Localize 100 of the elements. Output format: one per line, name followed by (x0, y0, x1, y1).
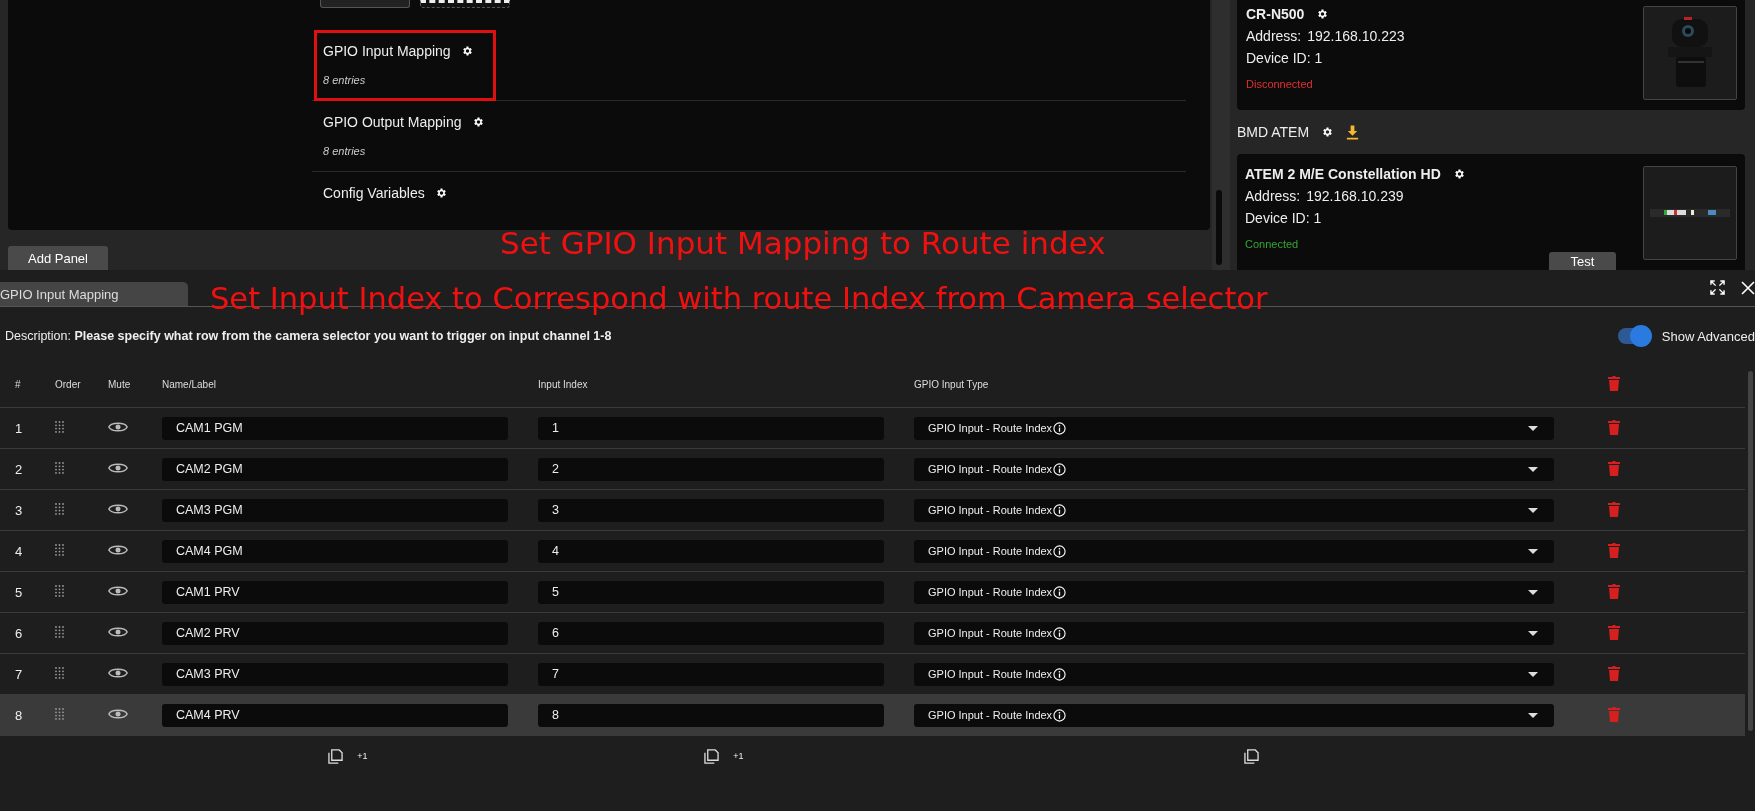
name-field[interactable]: CAM1 PRV (162, 580, 508, 604)
trash-icon[interactable] (1607, 623, 1621, 640)
trash-icon[interactable] (1607, 500, 1621, 517)
info-icon[interactable] (1053, 421, 1067, 435)
device-id: Device ID: 1 (1245, 210, 1323, 226)
add-panel-button[interactable]: Add Panel (8, 246, 108, 270)
description-text: Description: Please specify what row from the camera selector you want to trigger on input channel 1-8 (5, 329, 612, 343)
column-header: Input Index (538, 378, 588, 390)
annotation-text: Set GPIO Input Mapping to Route index (500, 228, 1106, 259)
connection-status: Disconnected (1246, 78, 1314, 90)
drag-handle-icon[interactable] (55, 502, 64, 515)
name-field[interactable]: CAM4 PRV (162, 703, 508, 727)
trash-icon[interactable] (1607, 418, 1621, 435)
type-dropdown[interactable]: GPIO Input - Route Index (914, 703, 1554, 727)
address-value: 192.168.10.239 (1306, 188, 1404, 204)
table-row[interactable]: 1 CAM1 PGM 1 GPIO Input - Route Index (0, 408, 1745, 449)
gear-icon[interactable] (471, 116, 484, 128)
drag-handle-icon[interactable] (55, 584, 64, 597)
config-item-title[interactable]: GPIO Output Mapping (323, 114, 462, 130)
info-icon[interactable] (1053, 462, 1067, 476)
type-dropdown[interactable]: GPIO Input - Route Index (914, 662, 1554, 686)
caret-icon (1528, 712, 1538, 718)
gear-icon[interactable] (1316, 8, 1329, 20)
drag-handle-icon[interactable] (55, 625, 64, 638)
config-item-title[interactable]: Config Variables (323, 185, 425, 201)
table-row[interactable]: 6 CAM2 PRV 6 GPIO Input - Route Index (0, 613, 1745, 654)
type-dropdown[interactable]: GPIO Input - Route Index (914, 457, 1554, 481)
info-icon[interactable] (1053, 667, 1067, 681)
drag-handle-icon[interactable] (55, 420, 64, 433)
caret-icon (1528, 548, 1538, 554)
device-id: Device ID: 1 (1246, 50, 1324, 66)
index-field[interactable]: 2 (538, 457, 884, 481)
index-field[interactable]: 7 (538, 662, 884, 686)
info-icon[interactable] (1053, 503, 1067, 517)
type-dropdown[interactable]: GPIO Input - Route Index (914, 539, 1554, 563)
index-field[interactable]: 5 (538, 580, 884, 604)
scrollbar[interactable] (1748, 371, 1753, 731)
toggle-label: Show Advanced (1661, 328, 1755, 344)
scrollbar[interactable] (1212, 0, 1230, 270)
type-dropdown[interactable]: GPIO Input - Route Index (914, 498, 1554, 522)
address-label: Address: (1246, 28, 1302, 44)
test-button[interactable]: Test (1549, 252, 1616, 270)
info-icon[interactable] (1053, 708, 1067, 722)
drag-handle-icon[interactable] (55, 461, 64, 474)
table-row[interactable]: 5 CAM1 PRV 5 GPIO Input - Route Index (0, 572, 1745, 613)
column-header: GPIO Input Type (914, 378, 989, 390)
name-field[interactable]: CAM3 PRV (162, 662, 508, 686)
copy-icon[interactable] (704, 748, 720, 764)
copy-icon[interactable] (1243, 748, 1259, 764)
table-row[interactable]: 3 CAM3 PGM 3 GPIO Input - Route Index (0, 490, 1745, 531)
plus-one-label[interactable]: +1 (357, 751, 368, 761)
trash-icon[interactable] (1607, 459, 1621, 476)
name-field[interactable]: CAM4 PGM (162, 539, 508, 563)
index-field[interactable]: 6 (538, 621, 884, 645)
index-field[interactable]: 1 (538, 416, 884, 440)
trash-icon[interactable] (1607, 582, 1621, 599)
type-dropdown[interactable]: GPIO Input - Route Index (914, 416, 1554, 440)
plus-one-label[interactable]: +1 (733, 751, 744, 761)
drag-handle-icon[interactable] (55, 543, 64, 556)
gear-icon[interactable] (1321, 126, 1334, 138)
name-field[interactable]: CAM2 PRV (162, 621, 508, 645)
caret-icon (1528, 589, 1538, 595)
caret-icon (1528, 630, 1538, 636)
drag-handle-icon[interactable] (55, 666, 64, 679)
row-number: 4 (15, 543, 23, 559)
index-field[interactable]: 4 (538, 539, 884, 563)
copy-icon[interactable] (328, 748, 344, 764)
table-row[interactable]: 4 CAM4 PGM 4 GPIO Input - Route Index (0, 531, 1745, 572)
group-title: BMD ATEM (1237, 124, 1310, 140)
name-field[interactable]: CAM2 PGM (162, 457, 508, 481)
type-dropdown[interactable]: GPIO Input - Route Index (914, 580, 1554, 604)
name-field[interactable]: CAM3 PGM (162, 498, 508, 522)
drag-handle-icon[interactable] (55, 707, 64, 720)
index-field[interactable]: 3 (538, 498, 884, 522)
expand-icon[interactable] (1710, 280, 1725, 295)
table-row[interactable]: 7 CAM3 PRV 7 GPIO Input - Route Index (0, 654, 1745, 695)
trash-icon[interactable] (1607, 375, 1621, 391)
info-icon[interactable] (1053, 544, 1067, 558)
column-header: Mute (108, 378, 131, 390)
config-item-title[interactable]: GPIO Input Mapping (323, 43, 451, 59)
info-icon[interactable] (1053, 626, 1067, 640)
index-field[interactable]: 8 (538, 703, 884, 727)
device-name: CR-N500 (1246, 6, 1305, 22)
download-icon[interactable] (1345, 124, 1361, 140)
address-value: 192.168.10.223 (1307, 28, 1405, 44)
gear-icon[interactable] (460, 45, 473, 57)
gear-icon[interactable] (1452, 168, 1465, 180)
type-dropdown[interactable]: GPIO Input - Route Index (914, 621, 1554, 645)
entry-count: 8 entries (323, 145, 366, 157)
name-field[interactable]: CAM1 PGM (162, 416, 508, 440)
trash-icon[interactable] (1607, 541, 1621, 558)
annotation-text: Set Input Index to Correspond with route Index from Camera selector (210, 284, 1268, 315)
table-row[interactable]: 2 CAM2 PGM 2 GPIO Input - Route Index (0, 449, 1745, 490)
table-row[interactable]: 8 CAM4 PRV 8 GPIO Input - Route Index (0, 695, 1745, 736)
gear-icon[interactable] (434, 187, 447, 199)
info-icon[interactable] (1053, 585, 1067, 599)
close-icon[interactable] (1741, 280, 1755, 295)
caret-icon (1528, 671, 1538, 677)
trash-icon[interactable] (1607, 664, 1621, 681)
panel-tab[interactable]: GPIO Input Mapping (0, 282, 188, 306)
